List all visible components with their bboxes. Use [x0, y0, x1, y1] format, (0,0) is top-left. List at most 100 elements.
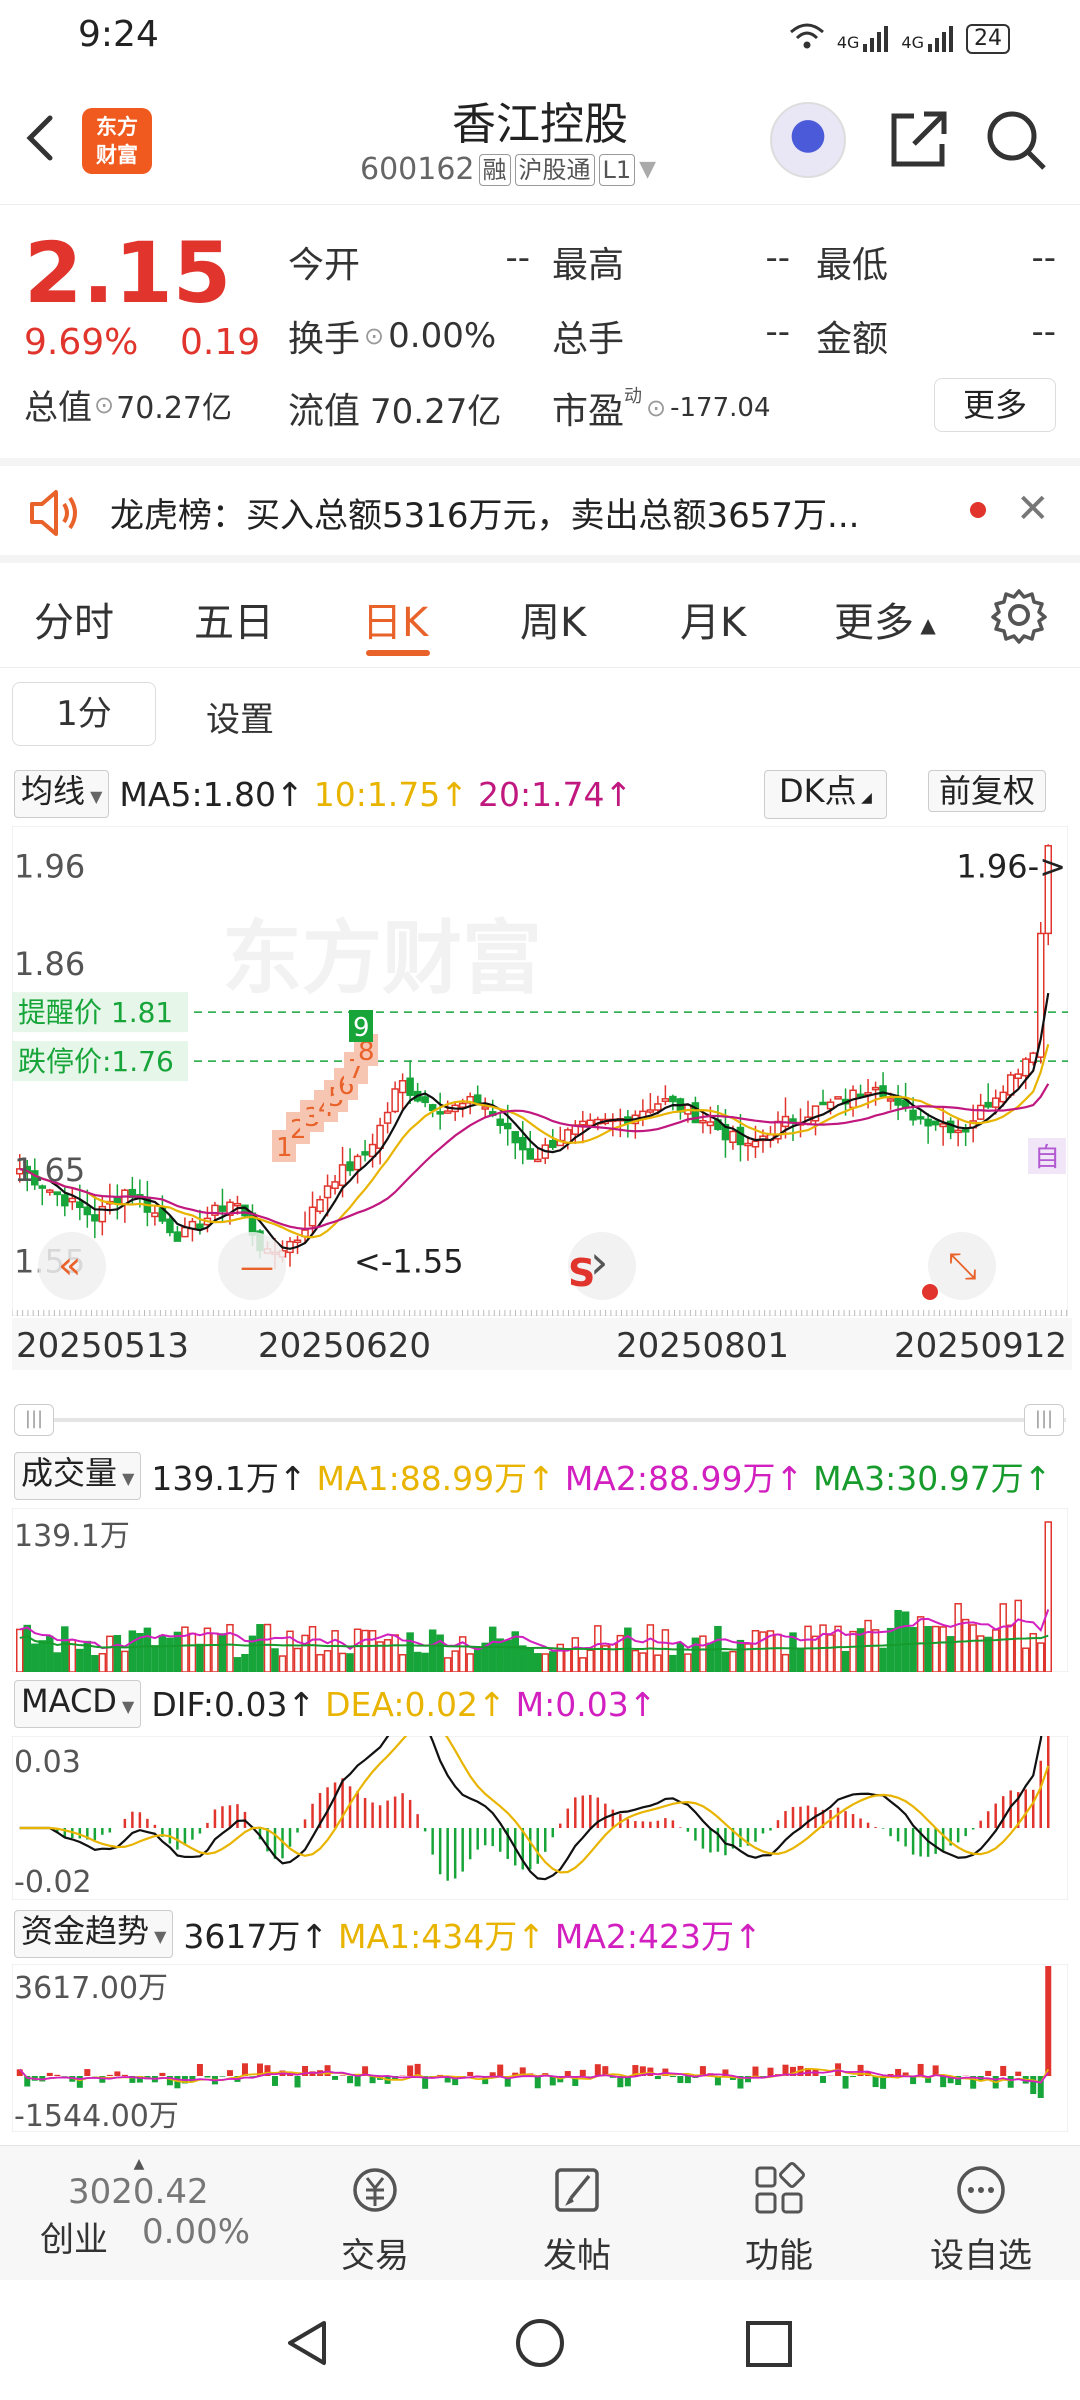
volume-ma2: MA2:88.99万↑	[564, 1459, 804, 1498]
volume-dropdown[interactable]: 成交量 ▼	[14, 1452, 142, 1500]
more-quote-button[interactable]: 更多	[934, 378, 1056, 432]
auto-badge: 自	[1034, 1143, 1060, 1173]
fund-bar	[684, 2076, 691, 2084]
unread-dot	[970, 502, 986, 518]
high-value: --	[765, 238, 790, 278]
ma20-line	[19, 1083, 1050, 1231]
speaker-icon	[26, 488, 82, 542]
candle-body	[961, 1129, 970, 1133]
chart-range-scrollbar[interactable]: ||| |||	[14, 1400, 1066, 1440]
share-icon	[891, 111, 947, 167]
fund-dropdown[interactable]: 资金趋势 ▼	[14, 1910, 174, 1958]
candle-body	[999, 1091, 1007, 1103]
volume-bar	[203, 1627, 212, 1672]
volume-bar	[31, 1643, 39, 1672]
fund-bar	[1015, 2071, 1022, 2076]
tab-five-day[interactable]: 五日	[194, 590, 274, 648]
volume-bar	[391, 1634, 399, 1672]
nav-add-favorite[interactable]: 设自选	[916, 2162, 1046, 2277]
candle-body	[699, 1119, 707, 1124]
volume-bar	[796, 1647, 805, 1672]
fund-bar	[489, 2072, 496, 2076]
notice-bar[interactable]: 龙虎榜：买入总额5316万元，卖出总额3657万... ✕	[0, 458, 1080, 563]
candle-body	[83, 1206, 92, 1216]
volume-bar	[406, 1632, 414, 1672]
macd-dropdown[interactable]: MACD ▼	[14, 1680, 142, 1728]
candle-body	[518, 1136, 527, 1151]
one-minute-button[interactable]: 1分	[12, 682, 156, 746]
scroll-handle-right[interactable]: |||	[1024, 1404, 1064, 1436]
volume-bar	[121, 1650, 129, 1672]
quote-panel: 2.15 9.69% 0.19 总值 ⊙ 70.27亿 今开 -- 最高 -- 最低…	[0, 210, 1080, 455]
close-icon[interactable]: ✕	[1016, 486, 1050, 532]
watermark-text: 东方财富	[222, 912, 542, 1005]
fund-bar	[339, 2075, 346, 2076]
recents-square-icon[interactable]	[744, 2319, 794, 2373]
adjust-mode-button[interactable]: 前复权	[928, 770, 1047, 812]
fund-bar	[272, 2076, 278, 2086]
chart-settings-button[interactable]: 设置	[206, 692, 274, 741]
volume-bar	[196, 1643, 204, 1672]
scroll-handle-left[interactable]: |||	[14, 1404, 54, 1436]
notice-text[interactable]: 龙虎榜：买入总额5316万元，卖出总额3657万...	[110, 488, 859, 537]
tab-minute[interactable]: 分时	[34, 590, 114, 648]
candle-body	[1014, 1073, 1022, 1079]
volume-bar	[654, 1654, 662, 1672]
stock-meta[interactable]: 600162 融 沪股通 L1 ▼	[360, 152, 656, 187]
volume-bar	[301, 1634, 309, 1672]
assistant-avatar[interactable]	[770, 102, 846, 178]
date-label: 20250620	[258, 1326, 432, 1366]
volume-bar	[353, 1628, 362, 1672]
tab-daily-k[interactable]: 日K	[362, 590, 428, 648]
volume-bar	[451, 1650, 459, 1672]
index-pct: 0.00%	[142, 2212, 251, 2252]
stock-code: 600162	[360, 152, 475, 187]
nav-post[interactable]: 发帖	[512, 2162, 642, 2277]
volume-bar	[76, 1648, 84, 1672]
macd-chart[interactable]: 0.03 -0.02	[12, 1736, 1068, 1900]
candle-body	[181, 1226, 189, 1238]
volume-bar	[721, 1651, 730, 1672]
tab-more[interactable]: 更多 ▲	[834, 590, 936, 648]
candle-body	[346, 1161, 354, 1172]
expand-icon: ⤡	[948, 1246, 977, 1287]
settings-gear-icon[interactable]	[990, 586, 1048, 648]
volume-bar	[661, 1629, 670, 1672]
candle-body	[406, 1077, 414, 1096]
search-icon	[987, 111, 1046, 170]
candle-body	[391, 1088, 399, 1113]
stock-header: 东方 财富 香江控股 600162 融 沪股通 L1 ▼	[0, 80, 1080, 205]
nav-functions[interactable]: 功能	[714, 2162, 844, 2277]
dk-point-button[interactable]: DK点 ◢	[764, 770, 887, 819]
candle-body	[421, 1096, 429, 1104]
volume-bar	[669, 1654, 677, 1672]
open-value: --	[505, 238, 530, 278]
macd-m: M:0.03↑	[515, 1684, 657, 1724]
fund-bar	[54, 2074, 61, 2076]
date-label: 20250912	[894, 1326, 1068, 1366]
candle-body	[436, 1111, 444, 1115]
volume-bar	[841, 1650, 850, 1672]
volume-bar	[488, 1626, 497, 1672]
index-ticker[interactable]: ▲ 3020.42 创业 0.00%	[14, 2156, 264, 2261]
ma-dropdown[interactable]: 均线 ▼	[14, 770, 110, 818]
home-circle-icon[interactable]	[514, 2317, 566, 2373]
fund-flow-chart[interactable]: 3617.00万 -1544.00万	[12, 1964, 1068, 2132]
tab-weekly-k[interactable]: 周K	[520, 590, 586, 648]
volume-bar	[849, 1630, 857, 1672]
tab-monthly-k[interactable]: 月K	[680, 590, 746, 648]
search-button[interactable]	[978, 102, 1054, 178]
back-triangle-icon[interactable]	[282, 2317, 332, 2373]
volume-bar	[428, 1629, 437, 1672]
double-left-icon: «	[58, 1243, 81, 1287]
volume-chart[interactable]: 139.1万	[12, 1508, 1068, 1672]
volume-ma3: MA3:30.97万↑	[813, 1459, 1052, 1498]
battery-icon: 24	[966, 24, 1010, 54]
nav-trade[interactable]: 交易	[310, 2162, 440, 2277]
volume-bar	[991, 1629, 1000, 1672]
volume-bar	[23, 1624, 32, 1672]
kline-chart[interactable]: 东方财富 1.961.861.651.551.96-><-1.55提醒价 1.8…	[12, 826, 1068, 1316]
share-button[interactable]	[880, 102, 956, 178]
volume-bar	[939, 1626, 947, 1672]
volume-bar	[541, 1653, 550, 1672]
